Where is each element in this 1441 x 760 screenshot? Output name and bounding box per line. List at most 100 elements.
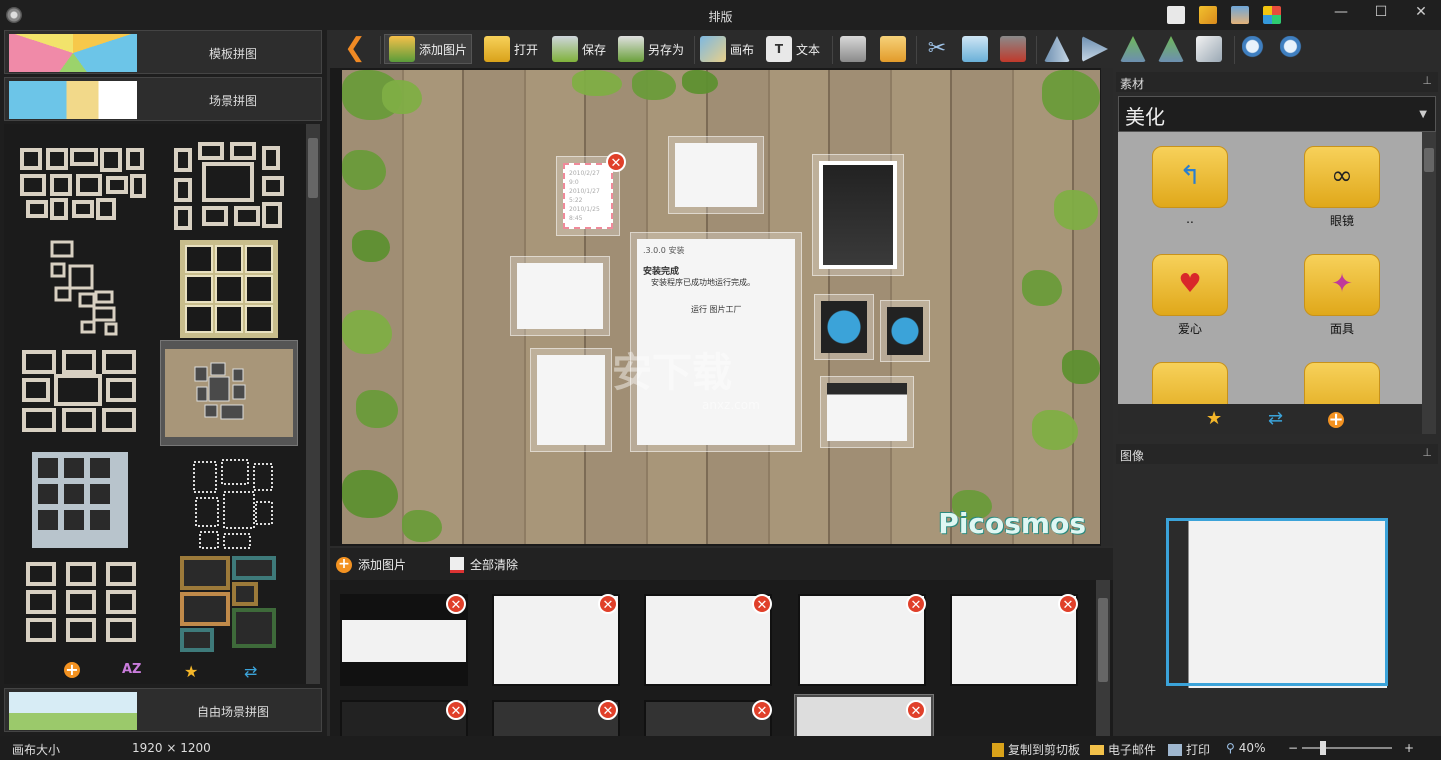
remove-thumbnail-button[interactable]: ✕ xyxy=(446,700,466,720)
close-button[interactable]: ✕ xyxy=(1411,4,1431,20)
strip-scrollbar[interactable] xyxy=(1096,580,1110,736)
zoom-out-status-button[interactable]: − xyxy=(1288,741,1298,755)
collage-canvas[interactable]: 2010/2/27 9:0 2010/1/27 5:22 2010/1/25 8… xyxy=(342,70,1100,544)
canvas-scrollbar[interactable] xyxy=(1101,68,1113,546)
dialog-title: .3.0.0 安装 xyxy=(643,246,685,255)
template-item[interactable] xyxy=(160,236,298,342)
scrollbar-thumb[interactable] xyxy=(308,138,318,198)
favorite-star-icon[interactable]: ★ xyxy=(184,662,198,681)
pin-icon[interactable]: ⊥ xyxy=(1422,74,1432,87)
material-item-heart[interactable]: ♥ 爱心 xyxy=(1120,254,1260,337)
template-preview xyxy=(165,349,293,437)
flip-vertical-button[interactable] xyxy=(1082,34,1108,64)
text-button[interactable]: T 文本 xyxy=(766,34,820,64)
remove-thumbnail-button[interactable]: ✕ xyxy=(906,700,926,720)
template-item[interactable] xyxy=(160,452,298,558)
rotate-left-button[interactable] xyxy=(1120,34,1146,64)
template-item[interactable] xyxy=(160,128,298,234)
scrollbar-thumb[interactable] xyxy=(1098,598,1108,682)
print-status-button[interactable]: 打印 xyxy=(1168,741,1210,758)
remove-photo-button[interactable]: ✕ xyxy=(606,152,626,172)
eraser-button[interactable] xyxy=(1196,34,1222,64)
refresh-icon[interactable]: ⇄ xyxy=(1268,408,1283,429)
material-item-mustache[interactable] xyxy=(1120,362,1260,404)
copy-button[interactable] xyxy=(962,34,988,64)
material-item-glasses[interactable]: ∞ 眼镜 xyxy=(1272,146,1412,229)
category-scene-collage[interactable]: 场景拼图 xyxy=(4,77,322,121)
material-item-up[interactable]: ↰ .. xyxy=(1120,146,1260,226)
canvas-size-label: 画布大小 xyxy=(12,743,61,757)
canvas-icon xyxy=(700,36,726,62)
template-item[interactable] xyxy=(8,128,146,234)
copy-clipboard-button[interactable]: 复制到剪切板 xyxy=(992,741,1080,758)
user-icon[interactable] xyxy=(1231,6,1249,24)
template-item[interactable] xyxy=(8,558,146,664)
collage-photo[interactable] xyxy=(820,376,914,448)
remove-thumbnail-button[interactable]: ✕ xyxy=(752,700,772,720)
material-item-mask[interactable]: ✦ 面具 xyxy=(1272,254,1412,337)
save-as-button[interactable]: 另存为 xyxy=(618,34,684,64)
pencil-icon[interactable] xyxy=(1199,6,1217,24)
scrollbar-thumb[interactable] xyxy=(1424,148,1434,172)
collage-photo[interactable] xyxy=(812,154,904,276)
email-status-button[interactable]: 电子邮件 xyxy=(1090,741,1156,758)
collage-photo[interactable] xyxy=(880,300,930,362)
notes-icon[interactable] xyxy=(1167,6,1185,24)
zoom-in-status-button[interactable]: + xyxy=(1404,741,1414,755)
category-free-scene-collage[interactable]: 自由场景拼图 xyxy=(4,688,322,732)
thumbnail-image xyxy=(646,596,770,684)
printer-icon xyxy=(1168,743,1182,756)
collage-photo[interactable] xyxy=(668,136,764,214)
strip-add-image-button[interactable]: + 添加图片 xyxy=(336,556,406,573)
template-item[interactable] xyxy=(160,554,298,660)
color-grid-icon[interactable] xyxy=(1263,6,1281,24)
clear-all-button[interactable]: 全部清除 xyxy=(450,556,518,573)
materials-scrollbar[interactable] xyxy=(1422,132,1436,434)
remove-thumbnail-button[interactable]: ✕ xyxy=(598,700,618,720)
rotate-right-button[interactable] xyxy=(1158,34,1184,64)
favorite-star-icon[interactable]: ★ xyxy=(1206,408,1222,429)
zoom-slider[interactable] xyxy=(1302,741,1392,755)
refresh-icon[interactable]: ⇄ xyxy=(244,662,257,681)
template-item-selected[interactable] xyxy=(160,340,298,446)
collage-photo[interactable] xyxy=(814,294,874,360)
pin-icon[interactable]: ⊥ xyxy=(1422,446,1432,459)
template-item[interactable] xyxy=(8,236,146,342)
collage-photo[interactable] xyxy=(530,348,612,452)
template-item[interactable] xyxy=(8,344,146,450)
maximize-button[interactable]: ☐ xyxy=(1371,4,1391,20)
flip-horizontal-button[interactable] xyxy=(1044,34,1070,64)
image-panel-title: 图像 xyxy=(1120,449,1145,463)
sort-az-icon[interactable]: AZ xyxy=(122,662,142,677)
remove-thumbnail-button[interactable]: ✕ xyxy=(752,594,772,614)
template-scrollbar[interactable] xyxy=(306,124,320,684)
back-button[interactable]: ❮ xyxy=(344,34,370,64)
canvas-button[interactable]: 画布 xyxy=(700,34,754,64)
minimize-button[interactable]: — xyxy=(1331,4,1351,20)
add-material-button[interactable]: + xyxy=(1328,411,1344,429)
layer-button[interactable] xyxy=(1000,34,1026,64)
image-preview[interactable] xyxy=(1118,518,1438,688)
collage-photo[interactable] xyxy=(510,256,610,336)
remove-thumbnail-button[interactable]: ✕ xyxy=(1058,594,1078,614)
remove-thumbnail-button[interactable]: ✕ xyxy=(598,594,618,614)
open-button[interactable]: 打开 xyxy=(484,34,538,64)
remove-thumbnail-button[interactable]: ✕ xyxy=(446,594,466,614)
zoom-out-button[interactable] xyxy=(1280,34,1306,64)
add-template-button[interactable]: + xyxy=(64,662,80,678)
cut-button[interactable]: ✂ xyxy=(924,34,950,64)
print-button[interactable] xyxy=(840,34,866,64)
material-category-select[interactable]: 美化 ▼ xyxy=(1118,96,1436,132)
zoom-slider-knob[interactable] xyxy=(1320,741,1326,755)
preview-viewport-frame[interactable] xyxy=(1166,518,1388,686)
note-line: 2010/1/25 8:45 xyxy=(569,206,600,222)
remove-thumbnail-button[interactable]: ✕ xyxy=(906,594,926,614)
template-item[interactable] xyxy=(8,452,146,558)
email-button[interactable] xyxy=(880,34,906,64)
material-item-dragon[interactable] xyxy=(1272,362,1412,404)
add-image-button[interactable]: 添加图片 xyxy=(384,34,473,64)
zoom-in-button[interactable] xyxy=(1242,34,1268,64)
save-button[interactable]: 保存 xyxy=(552,34,606,64)
category-template-collage[interactable]: 模板拼图 xyxy=(4,30,322,74)
scissors-icon: ✂ xyxy=(927,36,947,61)
